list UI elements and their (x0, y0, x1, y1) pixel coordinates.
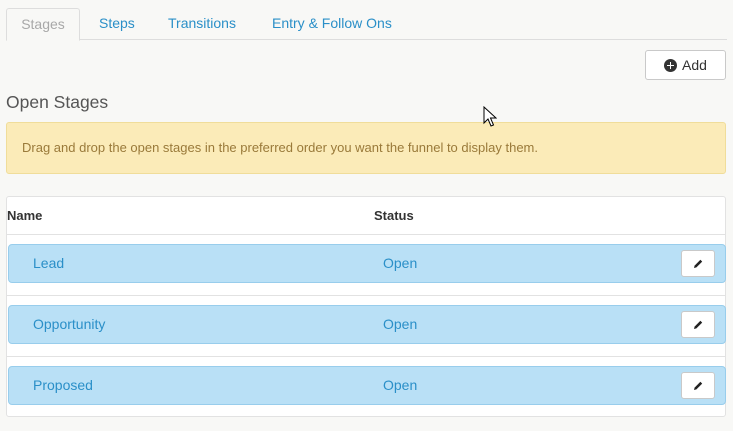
stages-table: Name Status Lead Open Opportunity Open P… (6, 196, 726, 417)
mouse-cursor-icon (483, 106, 497, 127)
plus-circle-icon (664, 58, 678, 72)
pencil-icon (694, 381, 703, 390)
page: Stages Steps Transitions Entry & Follow … (0, 0, 733, 431)
alert-text: Drag and drop the open stages in the pre… (22, 140, 538, 155)
row-divider (7, 295, 725, 296)
tab-bar: Stages Steps Transitions Entry & Follow … (6, 8, 727, 41)
table-row[interactable]: Lead Open (8, 244, 726, 283)
tab-steps[interactable]: Steps (85, 8, 149, 40)
add-button-label: Add (682, 57, 707, 73)
pencil-icon (694, 320, 703, 329)
column-header-name: Name (7, 208, 43, 223)
edit-button[interactable] (681, 311, 715, 338)
info-alert: Drag and drop the open stages in the pre… (6, 122, 726, 174)
add-button[interactable]: Add (645, 50, 726, 80)
section-title: Open Stages (6, 92, 109, 112)
tab-entry-follow-ons[interactable]: Entry & Follow Ons (258, 8, 406, 40)
stage-status: Open (383, 377, 418, 393)
table-header: Name Status (7, 197, 725, 235)
stage-name: Proposed (33, 377, 93, 393)
tab-stages[interactable]: Stages (6, 8, 80, 41)
stage-name: Lead (33, 255, 65, 271)
table-row[interactable]: Proposed Open (8, 366, 726, 405)
row-divider (7, 356, 725, 357)
edit-button[interactable] (681, 250, 715, 277)
tab-transitions[interactable]: Transitions (154, 8, 250, 40)
column-header-status: Status (374, 208, 414, 223)
stage-status: Open (383, 316, 418, 332)
stage-name: Opportunity (33, 316, 106, 332)
pencil-icon (694, 259, 703, 268)
edit-button[interactable] (681, 372, 715, 399)
stage-status: Open (383, 255, 418, 271)
table-row[interactable]: Opportunity Open (8, 305, 726, 344)
